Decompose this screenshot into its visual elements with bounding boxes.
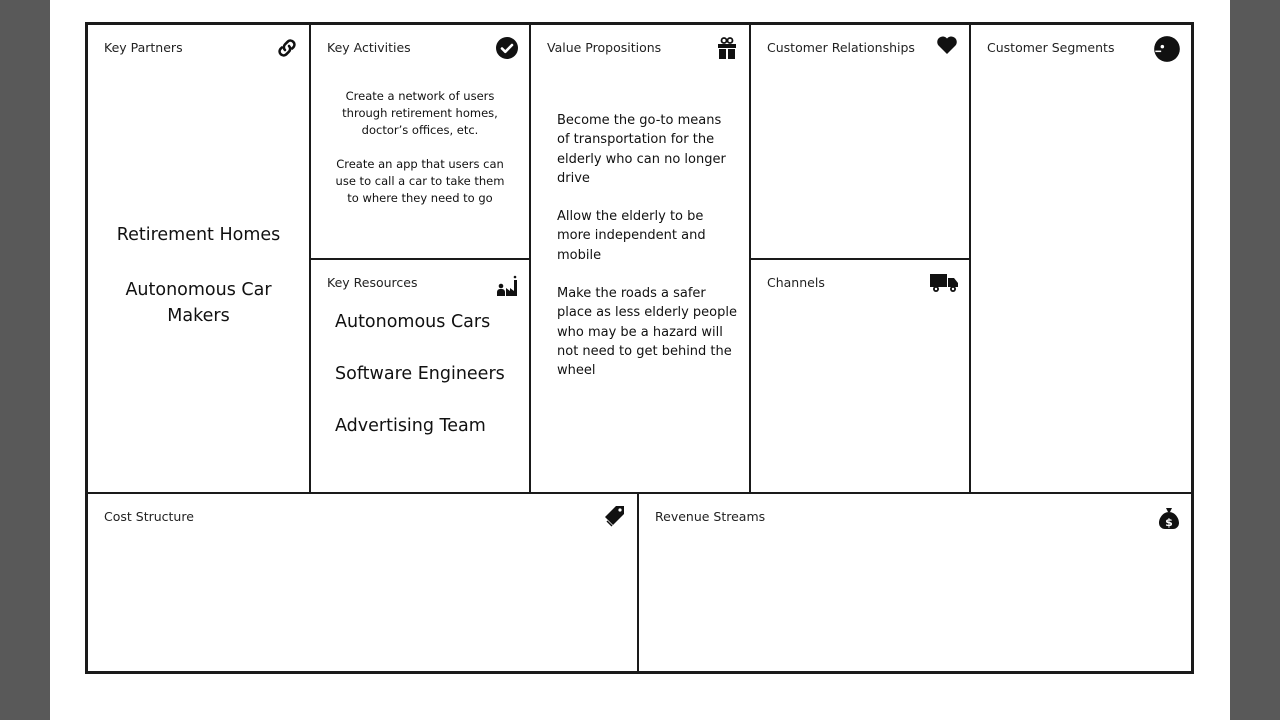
face-icon [1153, 35, 1181, 63]
check-circle-icon [495, 36, 519, 60]
cost-structure-section: Cost Structure [88, 494, 637, 671]
section-title: Key Partners [104, 40, 183, 55]
resource-item: Advertising Team [335, 416, 486, 436]
key-partners-section: Key Partners Retirement Homes Autonomous… [88, 25, 309, 492]
heart-icon [935, 33, 959, 57]
revenue-streams-section: Revenue Streams $ [639, 494, 1191, 671]
value-item: Make the roads a safer place as less eld… [557, 286, 737, 379]
customer-segments-section: Customer Segments [971, 25, 1191, 492]
factory-worker-icon [495, 274, 519, 298]
value-propositions-section: Value Propositions Become the go-to mean… [531, 25, 749, 492]
price-tag-icon [603, 504, 627, 528]
section-title: Channels [767, 275, 825, 290]
section-title: Key Activities [327, 40, 411, 55]
value-item: Allow the elderly to be more independent… [557, 209, 706, 263]
resource-item: Software Engineers [335, 364, 505, 384]
section-title: Customer Relationships [767, 40, 915, 55]
activity-item: Create an app that users can use to call… [335, 157, 505, 205]
customer-relationships-section: Customer Relationships [751, 25, 969, 258]
section-title: Customer Segments [987, 40, 1115, 55]
section-title: Cost Structure [104, 509, 194, 524]
resource-item: Autonomous Cars [335, 312, 491, 332]
business-model-canvas: Key Partners Retirement Homes Autonomous… [85, 22, 1194, 674]
section-title: Revenue Streams [655, 509, 766, 524]
truck-icon [929, 270, 959, 294]
gift-icon [715, 36, 739, 60]
section-title: Key Resources [327, 275, 418, 290]
section-title: Value Propositions [547, 40, 662, 55]
value-text: Become the go-to means of transportation… [557, 111, 737, 400]
activity-item: Create a network of users through retire… [342, 89, 498, 137]
key-resources-section: Key Resources Autonomous Cars Software E… [311, 260, 529, 492]
svg-text:$: $ [1165, 516, 1173, 529]
activities-text: Create a network of users through retire… [311, 88, 529, 224]
key-activities-section: Key Activities Create a network of users… [311, 25, 529, 258]
partner-item: Retirement Homes [116, 225, 281, 245]
channels-section: Channels [751, 260, 969, 492]
value-item: Become the go-to means of transportation… [557, 113, 726, 186]
partner-item: Autonomous Car Makers [125, 280, 272, 326]
money-bag-icon: $ [1157, 506, 1181, 530]
link-icon [275, 36, 299, 60]
